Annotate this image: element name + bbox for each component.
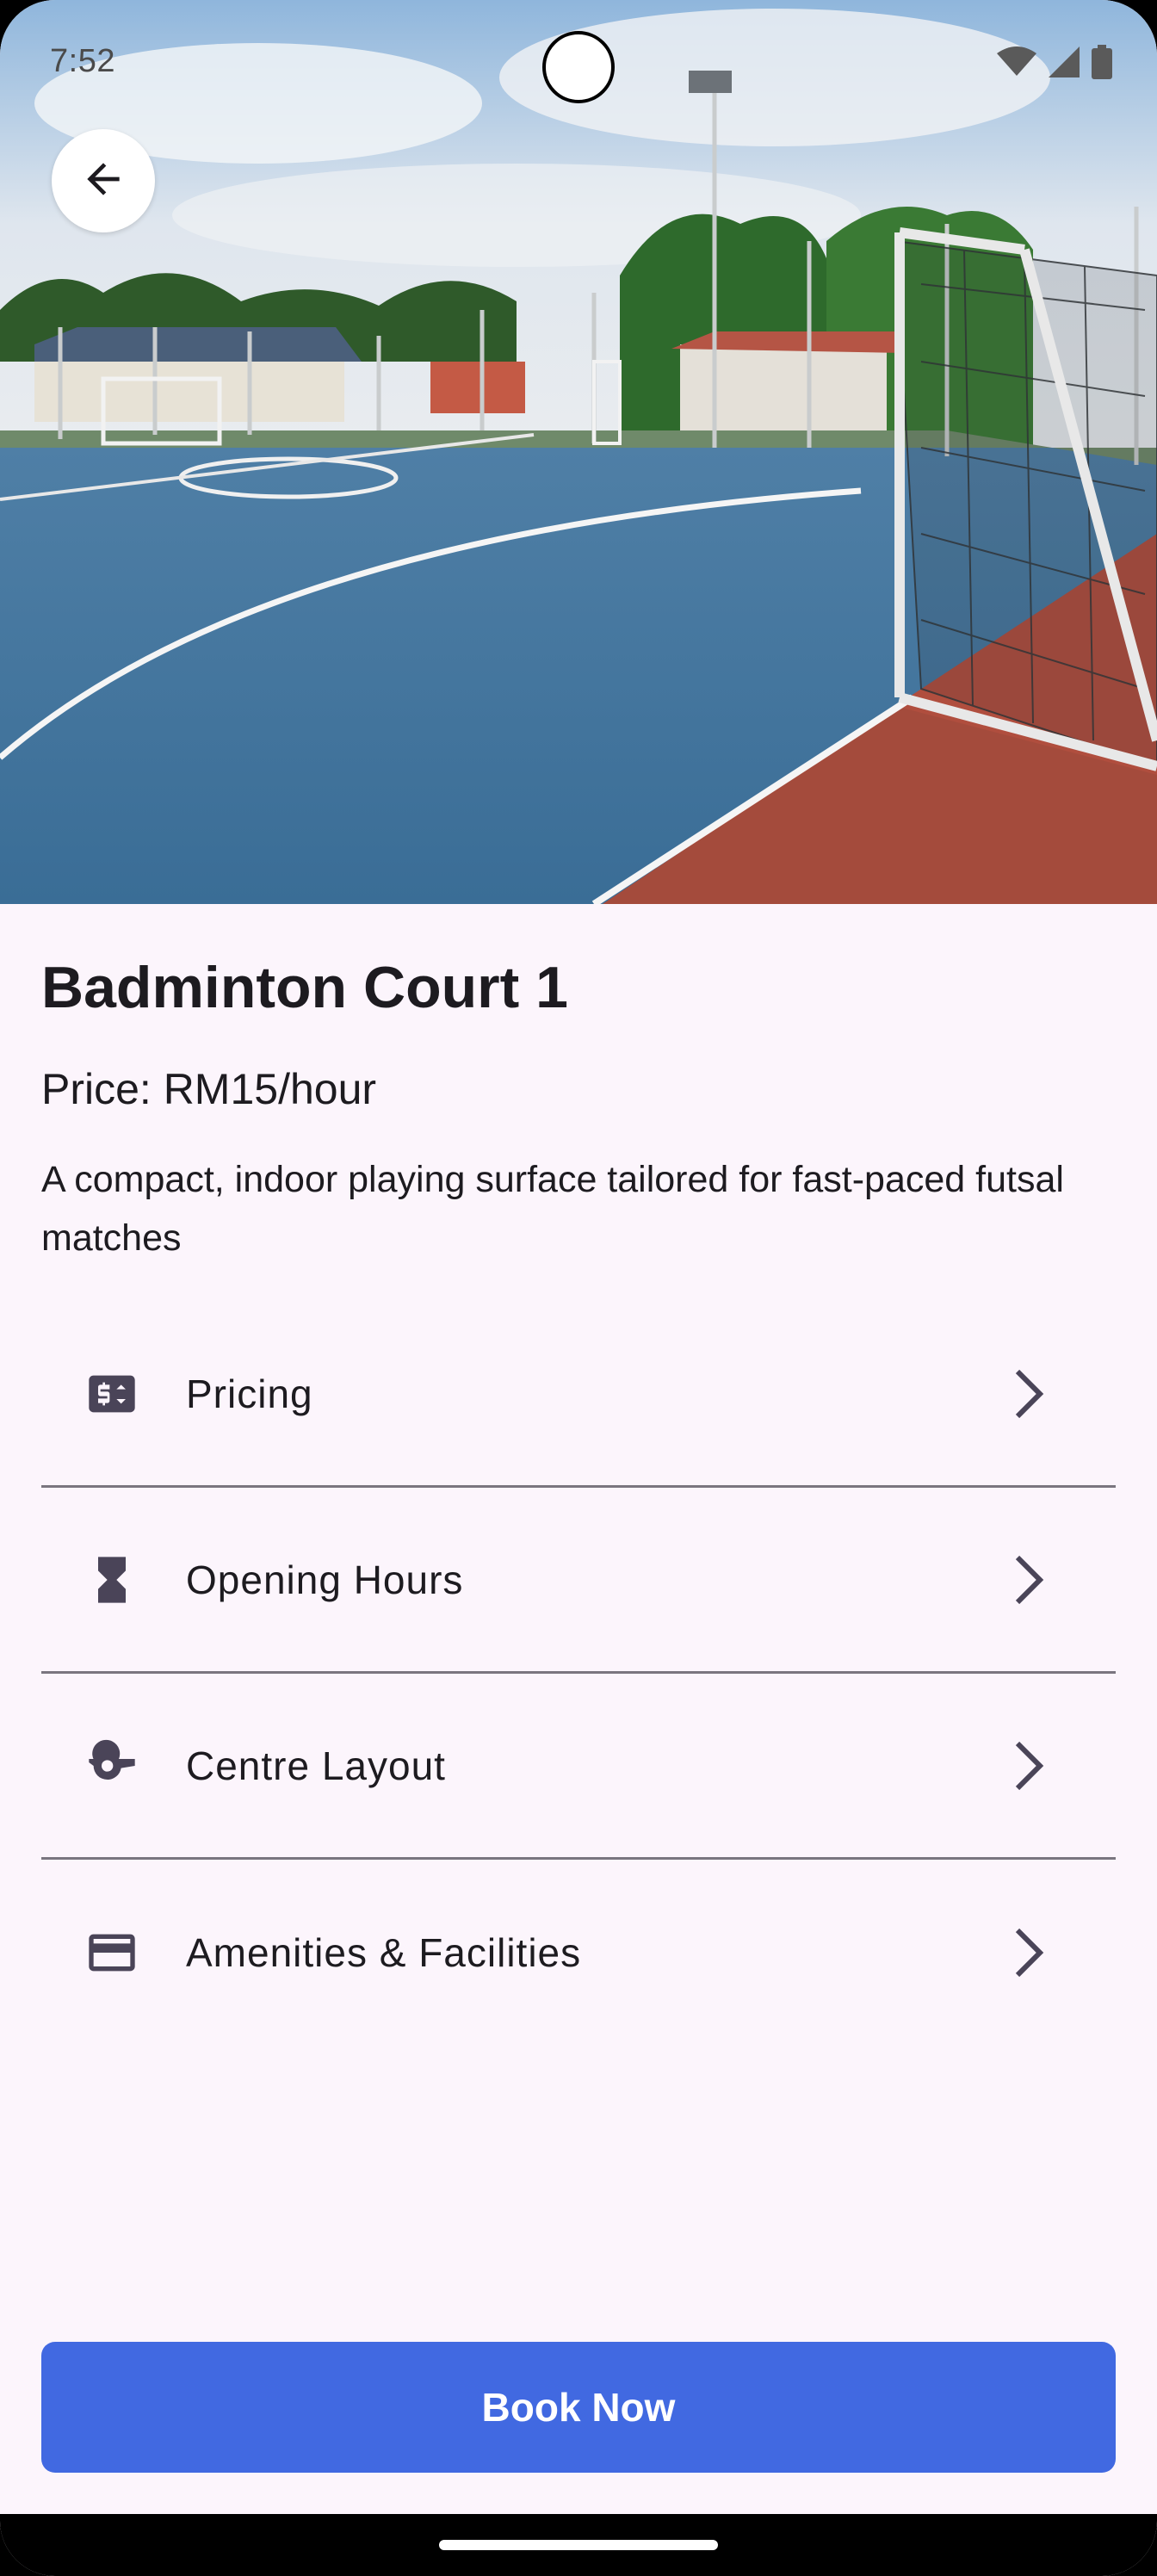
whistle-icon bbox=[84, 1738, 139, 1793]
menu-label-pricing: Pricing bbox=[186, 1371, 313, 1416]
camera-cutout bbox=[542, 31, 615, 103]
wifi-icon bbox=[997, 46, 1036, 82]
court-price: Price: RM15/hour bbox=[41, 1065, 377, 1113]
arrow-left-icon bbox=[79, 155, 127, 207]
court-photo bbox=[0, 0, 1157, 904]
status-time: 7:52 bbox=[50, 43, 115, 79]
battery-icon bbox=[1092, 45, 1112, 84]
menu-item-amenities[interactable]: Amenities & Facilities bbox=[41, 1860, 1116, 2046]
menu-item-opening-hours[interactable]: Opening Hours bbox=[41, 1488, 1116, 1674]
chevron-right-icon bbox=[1011, 1366, 1049, 1421]
chevron-right-icon bbox=[1011, 1738, 1049, 1793]
home-indicator[interactable] bbox=[439, 2540, 718, 2550]
hourglass-icon bbox=[84, 1552, 139, 1607]
menu-label-amenities: Amenities & Facilities bbox=[186, 1930, 582, 1975]
menu-label-centre-layout: Centre Layout bbox=[186, 1743, 446, 1788]
signal-icon bbox=[1049, 46, 1080, 82]
court-title: Badminton Court 1 bbox=[41, 955, 568, 1020]
court-description: A compact, indoor playing surface tailor… bbox=[41, 1159, 1064, 1259]
back-button[interactable] bbox=[52, 129, 155, 232]
app-screen: 7:52 Badminton Court 1 Price: RM15/hour … bbox=[0, 0, 1157, 2576]
details-menu: Pricing Opening Hours Centre Layout Amen… bbox=[41, 1302, 1116, 2046]
chevron-right-icon bbox=[1011, 1925, 1049, 1980]
menu-item-pricing[interactable]: Pricing bbox=[41, 1302, 1116, 1488]
book-now-button[interactable]: Book Now bbox=[41, 2342, 1116, 2473]
chevron-right-icon bbox=[1011, 1552, 1049, 1607]
status-icons bbox=[997, 45, 1112, 84]
menu-item-centre-layout[interactable]: Centre Layout bbox=[41, 1674, 1116, 1860]
menu-label-opening-hours: Opening Hours bbox=[186, 1557, 464, 1602]
card-icon bbox=[84, 1925, 139, 1980]
price-tag-icon bbox=[84, 1366, 139, 1421]
